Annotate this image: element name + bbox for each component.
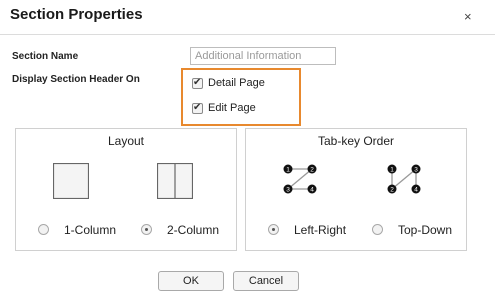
detail-page-checkbox[interactable]: ✔: [192, 77, 203, 89]
section-name-input[interactable]: [190, 47, 336, 65]
left-right-radio[interactable]: [268, 224, 279, 235]
detail-page-label: Detail Page: [208, 77, 265, 89]
one-column-radio[interactable]: [38, 224, 49, 235]
top-down-radio[interactable]: [372, 224, 383, 235]
two-column-radio[interactable]: [141, 224, 152, 235]
one-column-label: 1-Column: [64, 223, 117, 237]
node-label: 4: [414, 187, 418, 194]
node-label: 2: [390, 187, 394, 194]
node-label: 3: [414, 167, 418, 174]
ok-button[interactable]: OK: [158, 271, 224, 291]
node-label: 4: [310, 187, 314, 194]
tab-key-order-panel: Tab-key Order 1 2 3 4 1 3 2 4 Left-Right…: [245, 128, 467, 251]
close-icon[interactable]: ×: [464, 9, 472, 24]
radio-selected-dot: [145, 228, 148, 231]
cancel-button[interactable]: Cancel: [233, 271, 299, 291]
node-label: 3: [286, 187, 290, 194]
checkmark-icon: ✔: [193, 102, 202, 113]
dialog-title: Section Properties: [10, 6, 143, 23]
two-column-label: 2-Column: [167, 223, 220, 237]
node-label: 1: [390, 167, 394, 174]
node-label: 1: [286, 167, 290, 174]
left-right-label: Left-Right: [294, 223, 347, 237]
section-name-label: Section Name: [12, 51, 79, 62]
layout-panel-title: Layout: [107, 134, 145, 148]
one-column-icon: [53, 163, 89, 199]
radio-selected-dot: [272, 228, 275, 231]
top-down-order-icon: 1 3 2 4: [387, 164, 421, 194]
edit-page-label: Edit Page: [208, 102, 256, 114]
layout-panel: Layout 1-Column 2-Column: [15, 128, 237, 251]
edit-page-checkbox[interactable]: ✔: [192, 102, 203, 114]
two-column-icon: [157, 163, 193, 199]
top-down-label: Top-Down: [398, 223, 453, 237]
header-divider: [0, 34, 495, 35]
checkmark-icon: ✔: [193, 77, 202, 88]
display-section-header-label: Display Section Header On: [12, 74, 140, 85]
node-label: 2: [310, 167, 314, 174]
tab-key-order-title: Tab-key Order: [317, 134, 395, 148]
left-right-order-icon: 1 2 3 4: [283, 164, 317, 194]
